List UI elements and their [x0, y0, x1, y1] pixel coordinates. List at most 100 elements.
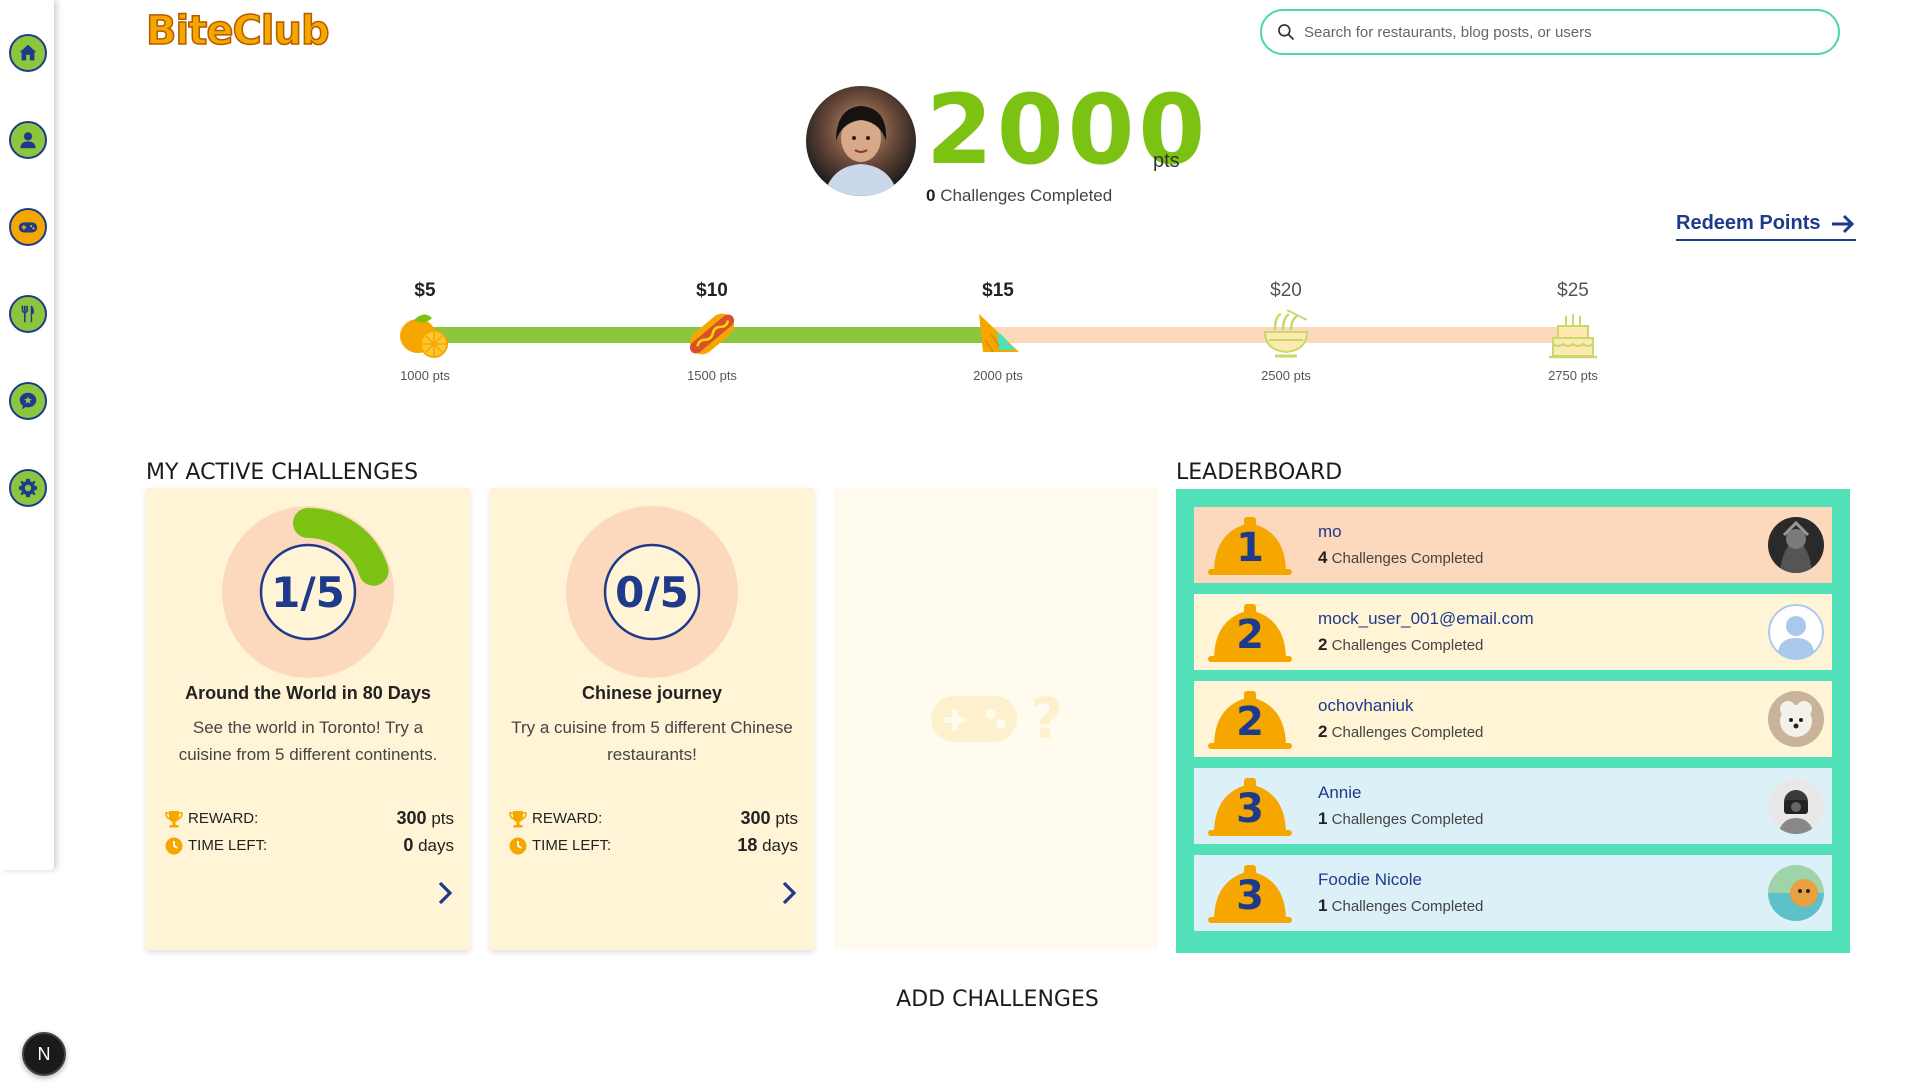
search-icon [1278, 24, 1295, 41]
reward-pts: 2500 pts [1261, 368, 1311, 383]
avatar[interactable] [1768, 778, 1824, 834]
rank-medal: 2 [1204, 594, 1296, 670]
challenge-title: Around the World in 80 Days [185, 683, 431, 703]
gamepad-question-icon: ? [931, 688, 1063, 748]
challenges-completed-count: 0 [926, 186, 936, 205]
challenge-progress-text: 0/5 [615, 568, 689, 617]
profile-avatar[interactable] [806, 86, 916, 196]
avatar[interactable] [1768, 691, 1824, 747]
leaderboard-count-label: Challenges Completed [1331, 724, 1484, 741]
leaderboard-count: 2 [1318, 722, 1328, 741]
empty-challenge-slot[interactable]: ? [834, 488, 1158, 950]
reward-pts: 1500 pts [687, 368, 737, 383]
avatar-image [824, 106, 898, 196]
reward-tier-5[interactable]: $5 1000 pts [365, 280, 485, 383]
clock-icon [165, 837, 183, 854]
reward-price: $15 [982, 280, 1014, 301]
reward-tier-20[interactable]: $20 2500 pts [1226, 280, 1346, 383]
challenge-card[interactable]: 1/5 Around the World in 80 Days See the … [146, 488, 470, 950]
chevron-right-icon[interactable] [434, 880, 456, 906]
reward-tier-25[interactable]: $25 2750 pts [1513, 280, 1633, 383]
svg-text:?: ? [1031, 688, 1063, 748]
challenge-progress-text: 1/5 [271, 568, 345, 617]
sidebar-item-restaurants[interactable] [9, 295, 47, 333]
reward-price: $20 [1270, 280, 1302, 301]
reward-price: $25 [1557, 280, 1589, 301]
leaderboard-count-label: Challenges Completed [1331, 637, 1484, 654]
rank-number: 3 [1236, 873, 1264, 919]
noodles-icon [1263, 309, 1309, 358]
challenges-completed-label: Challenges Completed [940, 186, 1113, 205]
reward-value: 300 [396, 808, 427, 828]
leaderboard-row[interactable]: 2 mock_user_001@email.com 2 Challenges C… [1194, 594, 1832, 670]
challenge-description: See the world in Toronto! Try a cuisine … [178, 718, 438, 764]
leaderboard-username: mo [1318, 522, 1342, 541]
user-icon [20, 132, 36, 149]
trophy-icon [165, 810, 183, 827]
add-challenges-button[interactable]: ADD CHALLENGES [0, 987, 1920, 1012]
dev-badge-label: N [37, 1043, 51, 1064]
redeem-points-link[interactable]: Redeem Points [1676, 212, 1857, 241]
reward-tier-15[interactable]: $15 2000 pts [938, 280, 1058, 383]
rank-medal: 3 [1204, 855, 1296, 931]
sidebar-item-blog[interactable] [9, 382, 47, 420]
dev-tools-badge[interactable]: N [22, 1032, 66, 1076]
avatar[interactable] [1768, 865, 1824, 921]
time-unit: days [418, 836, 454, 855]
leaderboard-count-label: Challenges Completed [1331, 898, 1484, 915]
chat-star-icon [19, 392, 37, 410]
lemon-icon [400, 314, 448, 358]
app-logo[interactable]: BiteClub [145, 7, 330, 55]
leaderboard-count: 4 [1318, 548, 1328, 567]
home-icon [19, 44, 37, 61]
leaderboard-count-label: Challenges Completed [1331, 550, 1484, 567]
avatar[interactable] [1768, 604, 1824, 660]
gamepad-icon [18, 222, 38, 233]
leaderboard-username: Annie [1318, 783, 1362, 802]
challenge-progress-ring: 1/5 [222, 506, 394, 678]
active-challenges-title: MY ACTIVE CHALLENGES [146, 460, 419, 485]
reward-tier-10[interactable]: $10 1500 pts [652, 280, 772, 383]
reward-value: 300 [740, 808, 771, 828]
leaderboard-count: 1 [1318, 809, 1328, 828]
leaderboard-title: LEADERBOARD [1176, 460, 1343, 485]
rank-medal: 2 [1204, 681, 1296, 757]
search-input[interactable] [1304, 23, 1804, 41]
hotdog-icon [689, 313, 735, 355]
challenge-title: Chinese journey [581, 683, 723, 703]
gear-icon [18, 478, 38, 498]
sidebar-item-settings[interactable] [9, 469, 47, 507]
leaderboard-row[interactable]: 3 Annie 1 Challenges Completed [1194, 768, 1832, 844]
challenge-progress-ring: 0/5 [566, 506, 738, 678]
reward-pts: 1000 pts [400, 368, 450, 383]
leaderboard-row[interactable]: 3 Foodie Nicole 1 Challenges Completed [1194, 855, 1832, 931]
sidebar-item-profile[interactable] [9, 121, 47, 159]
leaderboard-count: 2 [1318, 635, 1328, 654]
sidebar-item-challenges[interactable] [9, 208, 47, 246]
chevron-right-icon[interactable] [778, 880, 800, 906]
challenge-description: Try a cuisine from 5 different Chinese r… [511, 718, 793, 764]
points-unit: pts [1153, 150, 1180, 172]
reward-pts: 2750 pts [1548, 368, 1598, 383]
reward-unit: pts [775, 809, 798, 828]
avatar[interactable] [1768, 517, 1824, 573]
search-bar [1260, 9, 1840, 55]
sidebar [0, 0, 54, 870]
time-value: 18 [737, 835, 758, 855]
leaderboard-row[interactable]: 2 ochovhaniuk 2 Challenges Completed [1194, 681, 1832, 757]
leaderboard-count-label: Challenges Completed [1331, 811, 1484, 828]
reward-unit: pts [431, 809, 454, 828]
reward-label: REWARD: [532, 810, 603, 827]
leaderboard-username: Foodie Nicole [1318, 870, 1422, 889]
time-label: TIME LEFT: [532, 837, 612, 854]
rank-number: 2 [1236, 612, 1264, 658]
challenge-card[interactable]: 0/5 Chinese journey Try a cuisine from 5… [490, 488, 814, 950]
challenge-time-row: TIME LEFT: 0 days [164, 835, 454, 856]
reward-pts: 2000 pts [973, 368, 1023, 383]
leaderboard-panel: 1 mo 4 Challenges Completed 2 mock_user_… [1176, 489, 1850, 953]
taco-icon [979, 314, 1019, 353]
reward-price: $10 [696, 280, 728, 301]
leaderboard-row[interactable]: 1 mo 4 Challenges Completed [1194, 507, 1832, 583]
challenge-reward-row: REWARD: 300 pts [164, 808, 454, 829]
sidebar-item-home[interactable] [9, 34, 47, 72]
